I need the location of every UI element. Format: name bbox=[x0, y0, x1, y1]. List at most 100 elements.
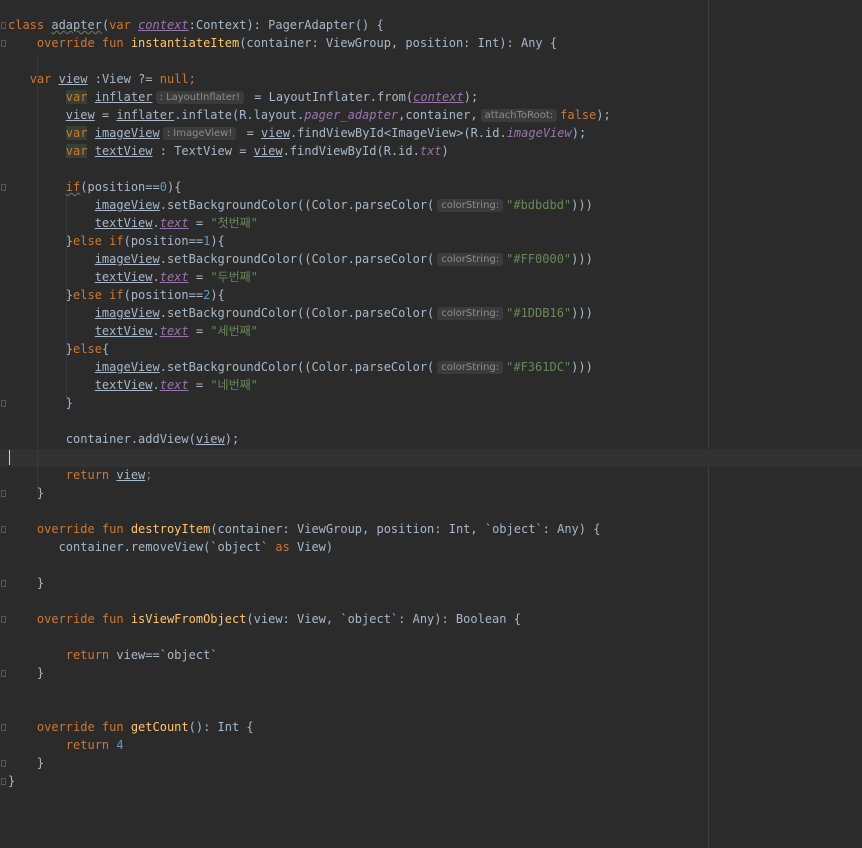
code-line-4: var view :View ?= null; bbox=[8, 70, 196, 88]
code-text: .setBackgroundColor((Color.parseColor( bbox=[159, 306, 435, 320]
code-text: (position== bbox=[123, 288, 204, 302]
code-line-15: textView.text = "두번째" bbox=[8, 268, 258, 286]
variable: view bbox=[116, 468, 146, 482]
parameter-hint: attachToRoot: bbox=[480, 109, 558, 122]
function-name: isViewFromObject bbox=[130, 612, 247, 626]
code-line-12: textView.text = "첫번째" bbox=[8, 214, 258, 232]
code-text: = LayoutInflater.from( bbox=[246, 90, 414, 104]
code-text: container.removeView(`object` bbox=[58, 540, 276, 554]
code-text: ))) bbox=[571, 306, 593, 320]
keyword: return bbox=[65, 648, 117, 662]
type-hint: : LayoutInflater! bbox=[155, 91, 244, 104]
variable: inflater bbox=[116, 108, 175, 122]
keyword: as bbox=[275, 540, 290, 554]
code-text: .setBackgroundColor((Color.parseColor( bbox=[159, 252, 435, 266]
keyword: return bbox=[65, 738, 117, 752]
code-text: } bbox=[36, 756, 45, 770]
string: "두번째" bbox=[210, 270, 258, 284]
code-text: (container: ViewGroup, position: Int): A… bbox=[239, 36, 558, 50]
variable: imageView bbox=[94, 360, 160, 374]
keyword: var bbox=[29, 72, 59, 86]
keyword: var bbox=[65, 126, 88, 140]
code-line-43: } bbox=[8, 772, 15, 790]
fold-marker-icon[interactable] bbox=[1, 526, 6, 533]
code-text: } bbox=[36, 576, 45, 590]
property: context bbox=[138, 18, 189, 32]
right-margin-guide bbox=[708, 0, 709, 848]
class-name: adapter bbox=[51, 18, 102, 32]
fold-marker-icon[interactable] bbox=[1, 760, 6, 767]
fold-marker-icon[interactable] bbox=[1, 40, 6, 47]
code-line-20: imageView.setBackgroundColor((Color.pars… bbox=[8, 358, 593, 376]
string: "#1DDB16" bbox=[506, 306, 572, 320]
keyword: else if bbox=[73, 234, 124, 248]
fold-marker-icon[interactable] bbox=[1, 400, 6, 407]
fold-marker-icon[interactable] bbox=[1, 724, 6, 731]
code-text: = bbox=[188, 216, 211, 230]
code-text: } bbox=[65, 396, 74, 410]
string: "#F361DC" bbox=[506, 360, 572, 374]
property: text bbox=[159, 324, 189, 338]
variable: textView bbox=[94, 324, 153, 338]
code-text: = bbox=[94, 108, 117, 122]
code-line-8: var textView : TextView = view.findViewB… bbox=[8, 142, 449, 160]
code-editor[interactable]: class adapter(var context:Context): Page… bbox=[0, 0, 862, 848]
code-text: } bbox=[65, 342, 74, 356]
code-text: ,container, bbox=[398, 108, 478, 122]
text-caret bbox=[9, 450, 10, 465]
code-text: ); bbox=[571, 126, 587, 140]
property: text bbox=[159, 216, 189, 230]
string: "#bdbdbd" bbox=[506, 198, 572, 212]
keyword: override fun bbox=[36, 612, 131, 626]
code-line-21: textView.text = "네번째" bbox=[8, 376, 258, 394]
fold-marker-icon[interactable] bbox=[1, 22, 6, 29]
code-text: = bbox=[188, 324, 211, 338]
code-line-1: class adapter(var context:Context): Page… bbox=[8, 16, 384, 34]
fold-marker-icon[interactable] bbox=[1, 670, 6, 677]
code-line-26: return view; bbox=[8, 466, 153, 484]
fold-marker-icon[interactable] bbox=[1, 490, 6, 497]
code-line-19: }else{ bbox=[8, 340, 109, 358]
code-line-13: }else if(position==1){ bbox=[8, 232, 225, 250]
fold-marker-icon[interactable] bbox=[1, 184, 6, 191]
variable: textView bbox=[94, 378, 153, 392]
keyword: return bbox=[65, 468, 117, 482]
keyword: false bbox=[560, 108, 597, 122]
keyword: override fun bbox=[36, 522, 131, 536]
fold-marker-icon[interactable] bbox=[1, 616, 6, 623]
function-name: destroyItem bbox=[130, 522, 211, 536]
code-text: } bbox=[36, 486, 45, 500]
code-text: (position== bbox=[80, 180, 160, 194]
parameter-hint: colorString: bbox=[437, 199, 504, 212]
variable: inflater bbox=[94, 90, 153, 104]
string: "#FF0000" bbox=[506, 252, 572, 266]
variable: imageView bbox=[94, 126, 160, 140]
code-text: . bbox=[152, 270, 160, 284]
code-text: } bbox=[36, 666, 45, 680]
code-line-22: } bbox=[8, 394, 73, 412]
code-text: ))) bbox=[571, 198, 593, 212]
current-line-highlight bbox=[0, 449, 862, 467]
code-line-30: container.removeView(`object` as View) bbox=[8, 538, 334, 556]
property: pager_adapter bbox=[304, 108, 399, 122]
variable: textView bbox=[94, 144, 153, 158]
code-line-18: textView.text = "세번째" bbox=[8, 322, 258, 340]
code-line-27: } bbox=[8, 484, 44, 502]
code-text: (container: ViewGroup, position: Int, `o… bbox=[210, 522, 601, 536]
code-text: . bbox=[152, 216, 160, 230]
property: text bbox=[159, 378, 189, 392]
code-line-14: imageView.setBackgroundColor((Color.pars… bbox=[8, 250, 593, 268]
code-line-16: }else if(position==2){ bbox=[8, 286, 225, 304]
code-text: . bbox=[152, 324, 160, 338]
fold-marker-icon[interactable] bbox=[1, 580, 6, 587]
variable: view bbox=[195, 432, 225, 446]
code-text: = bbox=[239, 126, 262, 140]
parameter-hint: colorString: bbox=[437, 253, 504, 266]
fold-marker-icon[interactable] bbox=[1, 778, 6, 785]
variable: textView bbox=[94, 216, 153, 230]
keyword: override fun bbox=[36, 36, 131, 50]
variable: view bbox=[261, 126, 290, 140]
code-text: .setBackgroundColor((Color.parseColor( bbox=[159, 198, 435, 212]
